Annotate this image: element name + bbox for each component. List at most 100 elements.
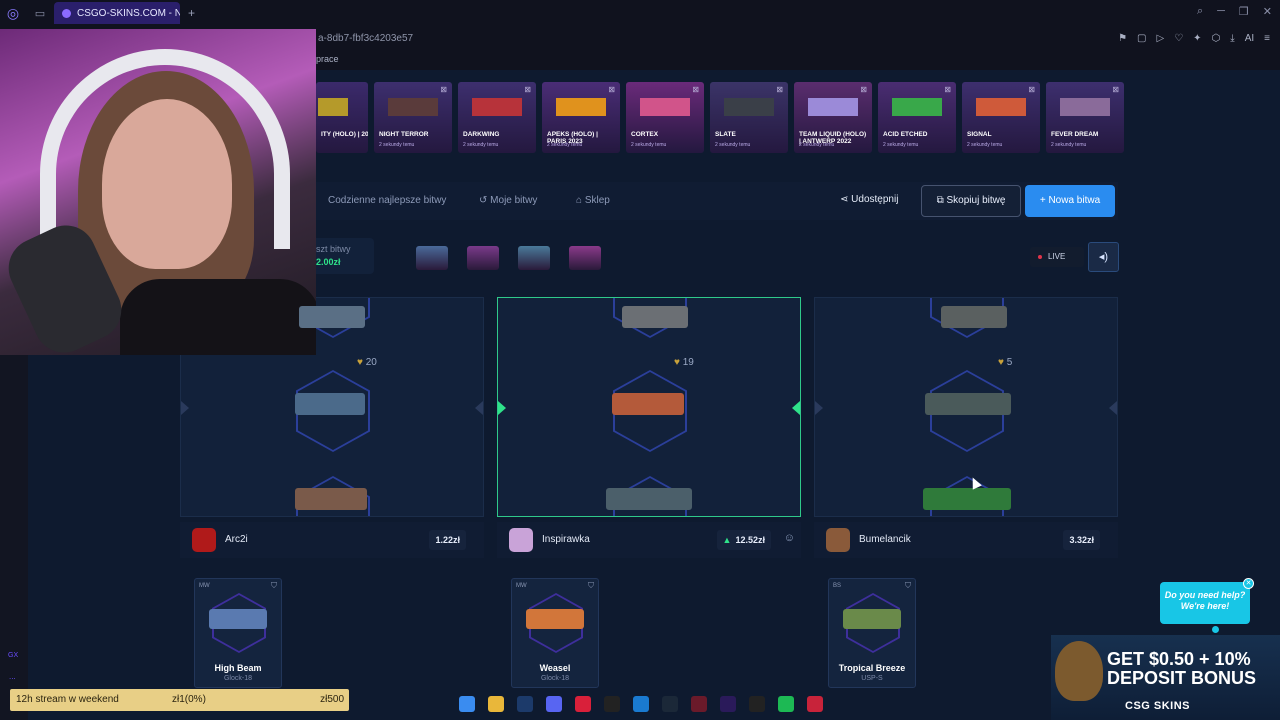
help-line-2: We're here!: [1180, 601, 1230, 611]
browser-tab-active[interactable]: CSGO-SKINS.COM - Najle: [54, 2, 180, 24]
shop-link[interactable]: ⌂ Sklep: [576, 195, 610, 206]
live-drop-card[interactable]: ⊠ NIGHT TERROR 2 sekundy temu: [374, 82, 452, 153]
live-drop-card[interactable]: ⊠ TEAM LIQUID (HOLO) | ANTWERP 2022 2 seku…: [794, 82, 872, 153]
player-name[interactable]: Arc2i: [225, 534, 248, 545]
taskbar-steam-icon[interactable]: steam: [656, 692, 685, 716]
aria-ai-button[interactable]: AI: [1245, 33, 1254, 44]
taskbar-valorant-icon[interactable]: valorant: [801, 692, 830, 716]
drop-item-icon: [976, 98, 1026, 116]
my-battles-link[interactable]: ↺ Moje bitwy: [479, 195, 537, 206]
taskbar-vegas-icon[interactable]: vegas: [685, 692, 714, 716]
battle-case-icon[interactable]: [518, 246, 550, 270]
drop-case-icon: ⊠: [608, 85, 615, 94]
player-value-text: 12.52zł: [735, 535, 765, 545]
taskbar-app-glyph: valorant: [807, 696, 824, 712]
taskbar-epic-icon[interactable]: EPIC: [597, 692, 626, 716]
sound-toggle-button[interactable]: ◂): [1088, 242, 1119, 272]
bookmark-icon[interactable]: ⚑: [1118, 33, 1127, 44]
won-item-card[interactable]: MW ⛉ High Beam Glock-18: [194, 578, 282, 688]
won-item-card[interactable]: BS ⛉ Tropical Breeze USP-S: [828, 578, 916, 688]
player-value-text: 1.22zł: [435, 535, 460, 545]
drop-case-icon: ⊠: [440, 85, 447, 94]
my-battles-label: Moje bitwy: [490, 195, 538, 206]
help-chat-bubble[interactable]: Do you need help? We're here! ✕: [1160, 578, 1254, 633]
deposit-bonus-banner[interactable]: GET $0.50 + 10% DEPOSIT BONUS CSG SKINS: [1051, 635, 1280, 720]
player-row-2: Inspirawka ▲ 12.52zł ☺: [497, 522, 801, 558]
heart-icon[interactable]: ♡: [1174, 33, 1183, 44]
snapshot-icon[interactable]: ▢: [1137, 33, 1146, 44]
search-icon[interactable]: ⌕: [1197, 5, 1203, 18]
won-item-card[interactable]: MW ⛉ Weasel Glock-18: [511, 578, 599, 688]
download-icon[interactable]: ⤓: [1230, 33, 1234, 44]
player-icon[interactable]: ▷: [1156, 33, 1164, 44]
promo-line-2: DEPOSIT BONUS: [1107, 668, 1257, 688]
live-label: LIVE: [1048, 252, 1066, 261]
daily-best-battles-link[interactable]: Codzienne najlepsze bitwy: [328, 195, 446, 206]
url-text[interactable]: a-8db7-fbf3c4203e57: [318, 33, 413, 44]
taskbar-win-icon[interactable]: win: [452, 692, 481, 716]
player-row-1: Arc2i 1.22zł: [180, 522, 484, 558]
live-drop-card[interactable]: ⊠ APEKS (HOLO) | PARIS 2023 2 sekundy temu: [542, 82, 620, 153]
live-drop-card[interactable]: ⊠ DARKWING 2 sekundy temu: [458, 82, 536, 153]
taskbar-files-icon[interactable]: files: [481, 692, 510, 716]
opera-gx-logo-icon[interactable]: ◎: [0, 5, 26, 22]
drop-item-icon: [318, 98, 348, 116]
tab-islands-icon[interactable]: ▭: [26, 7, 54, 20]
new-tab-button[interactable]: +: [180, 6, 203, 20]
taskbar-opera-icon[interactable]: opera: [568, 692, 597, 716]
reel-coin-value: 19: [682, 357, 694, 368]
taskbar-spotify-icon[interactable]: spotify: [772, 692, 801, 716]
taskbar-discord-icon[interactable]: discord: [539, 692, 568, 716]
item-condition: BS: [833, 583, 842, 589]
player-name[interactable]: Bumelancik: [859, 534, 911, 545]
player-name[interactable]: Inspirawka: [542, 534, 590, 545]
live-drop-card[interactable]: ⊠ ACID ETCHED 2 sekundy temu: [878, 82, 956, 153]
player-total-value: 1.22zł: [429, 530, 466, 550]
bookmark-item[interactable]: prace: [316, 54, 339, 64]
drop-item-name: SLATE: [715, 131, 736, 138]
avatar[interactable]: [509, 528, 533, 552]
shield-icon: ⛉: [588, 581, 594, 590]
gx-control-icon[interactable]: GX: [8, 652, 18, 659]
restore-icon[interactable]: ❐: [1239, 5, 1249, 18]
player-value-text: 3.32zł: [1069, 535, 1094, 545]
more-icon[interactable]: ...: [9, 672, 16, 681]
close-icon[interactable]: ✕: [1263, 5, 1272, 18]
drop-item-name: ACID ETCHED: [883, 131, 928, 138]
live-drop-card[interactable]: ITY (HOLO) | 2023: [316, 82, 368, 153]
coin-icon: ♥: [998, 357, 1007, 368]
new-battle-label: Nowa bitwa: [1048, 195, 1101, 206]
avatar[interactable]: [192, 528, 216, 552]
drop-item-name: NIGHT TERROR: [379, 131, 429, 138]
live-drop-card[interactable]: ⊠ CORTEX 2 sekundy temu: [626, 82, 704, 153]
live-drop-card[interactable]: ⊠ SIGNAL 2 sekundy temu: [962, 82, 1040, 153]
emoji-icon[interactable]: ☺: [784, 532, 795, 544]
taskbar-obs-icon[interactable]: obs: [743, 692, 772, 716]
taskbar-pr-icon[interactable]: Pr: [714, 692, 743, 716]
browser-tab-bar: ◎ ▭ CSGO-SKINS.COM - Najle + ⌕ ─ ❐ ✕: [0, 0, 1280, 26]
extensions-icon[interactable]: ✦: [1193, 33, 1201, 44]
reel-gun-icon: [606, 488, 692, 510]
battle-case-icon[interactable]: [569, 246, 601, 270]
menu-icon[interactable]: ≡: [1264, 33, 1270, 44]
reel-gun-icon: [923, 488, 1011, 510]
new-battle-button[interactable]: + Nowa bitwa: [1025, 185, 1115, 217]
chat-launcher-icon[interactable]: [1212, 626, 1219, 633]
minimize-icon[interactable]: ─: [1217, 5, 1225, 18]
battle-case-icon[interactable]: [467, 246, 499, 270]
close-icon[interactable]: ✕: [1243, 578, 1254, 589]
share-button[interactable]: ⋖ Udostępnij: [840, 194, 898, 205]
live-drop-card[interactable]: ⊠ FEVER DREAM 2 sekundy temu: [1046, 82, 1124, 153]
coin-icon: ♥: [357, 357, 366, 368]
battle-case-icon[interactable]: [416, 246, 448, 270]
goal-target: zł500: [320, 694, 344, 705]
copy-icon: ⧉: [936, 195, 947, 206]
avatar[interactable]: [826, 528, 850, 552]
taskbar-ps-icon[interactable]: Ps: [510, 692, 539, 716]
copy-battle-button[interactable]: ⧉ Skopiuj bitwę: [921, 185, 1021, 217]
wallet-icon[interactable]: ⬡: [1212, 33, 1221, 44]
taskbar-edge-icon[interactable]: edge: [626, 692, 655, 716]
player-row-3: Bumelancik 3.32zł: [814, 522, 1118, 558]
drop-item-icon: [808, 98, 858, 116]
live-drop-card[interactable]: ⊠ SLATE 2 sekundy temu: [710, 82, 788, 153]
